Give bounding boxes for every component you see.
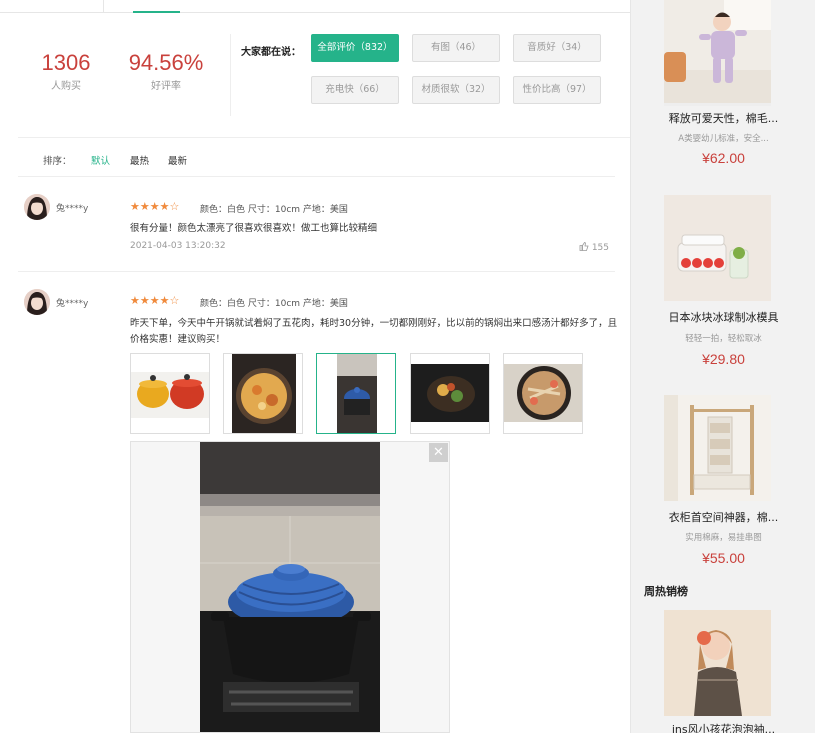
review-image-thumb[interactable]	[130, 353, 210, 434]
tag-good-sound[interactable]: 音质好（34）	[513, 34, 601, 62]
sidebar: 释放可爱天性，棉毛... A类婴幼儿标准，安全... ¥62.00 日本冰块冰球…	[630, 0, 815, 733]
product-price: ¥62.00	[702, 150, 745, 166]
close-icon: ✕	[433, 445, 444, 460]
like-button[interactable]: 155	[579, 241, 609, 253]
hot-list-title: 周热销榜	[644, 585, 688, 598]
rating-rate: 94.56%	[128, 50, 204, 75]
product-subtitle: 轻轻一拍，轻松取冰	[685, 334, 762, 344]
review-attributes: 颜色：白色 尺寸：10cm 产地：美国	[200, 299, 348, 309]
rating-stars: ★★★★☆	[130, 294, 180, 307]
image-preview: ✕	[130, 441, 450, 733]
product-image[interactable]	[664, 0, 771, 106]
rating-stars: ★★★★☆	[130, 200, 180, 213]
sort-bar: 排序： 默认 最热 最新	[18, 139, 615, 177]
product-price: ¥55.00	[702, 550, 745, 566]
rating-stat: 94.56% 好评率	[121, 50, 211, 92]
product-title[interactable]: 衣柜首空间神器，棉...	[641, 509, 806, 525]
review-image-thumb[interactable]	[410, 353, 490, 434]
top-tab-bar	[0, 0, 630, 13]
tag-with-images[interactable]: 有图（46）	[412, 34, 500, 62]
avatar[interactable]	[24, 194, 50, 220]
buyers-label: 人购买	[51, 81, 81, 92]
tag-fast-charge[interactable]: 充电快（66）	[311, 76, 399, 104]
sort-default[interactable]: 默认	[91, 153, 110, 167]
review-image-thumb[interactable]	[223, 353, 303, 434]
active-tab-indicator	[133, 11, 180, 13]
product-image[interactable]	[664, 195, 771, 301]
review-image-thumb[interactable]	[503, 353, 583, 434]
sort-newest[interactable]: 最新	[168, 153, 187, 167]
review-content: 很有分量！颜色太漂亮了很喜欢很喜欢！做工也算比较精细	[130, 223, 378, 234]
review-summary: 1306 人购买 94.56% 好评率 大家都在说： 全部评价（832） 有图（…	[18, 14, 630, 138]
review-item: 兔****y ★★★★☆ 颜色：白色 尺寸：10cm 产地：美国 很有分量！颜色…	[18, 178, 615, 272]
product-title[interactable]: 释放可爱天性，棉毛...	[641, 110, 806, 126]
avatar[interactable]	[24, 289, 50, 315]
username: 兔****y	[56, 204, 89, 214]
tab-divider	[103, 0, 104, 13]
review-panel: 1306 人购买 94.56% 好评率 大家都在说： 全部评价（832） 有图（…	[0, 0, 630, 733]
product-subtitle: 实用棉麻，易挂串图	[685, 533, 762, 543]
product-price: ¥29.80	[702, 351, 745, 367]
close-preview-button[interactable]: ✕	[429, 443, 448, 462]
product-title[interactable]: ins风小孩花泡泡袖...	[641, 721, 806, 733]
thumbs-up-icon	[579, 241, 592, 253]
product-image[interactable]	[664, 610, 771, 716]
review-content: 昨天下单，今天中午开锅就试着焖了五花肉，耗时30分钟，一切都刚刚好，比以前的锅焖…	[130, 318, 618, 345]
review-date: 2021-04-03 13:20:32	[130, 241, 226, 251]
product-subtitle: A类婴幼儿标准，安全...	[678, 134, 769, 144]
review-attributes: 颜色：白色 尺寸：10cm 产地：美国	[200, 205, 348, 215]
preview-photo	[131, 442, 449, 732]
username: 兔****y	[56, 299, 89, 309]
sort-label: 排序：	[43, 156, 72, 167]
buyers-count: 1306	[41, 50, 91, 75]
tag-soft-material[interactable]: 材质很软（32）	[412, 76, 500, 104]
like-count: 155	[591, 243, 609, 253]
sort-hot[interactable]: 最热	[130, 153, 149, 167]
tags-label: 大家都在说：	[241, 47, 301, 58]
buyers-stat: 1306 人购买	[21, 50, 111, 92]
tag-all-reviews[interactable]: 全部评价（832）	[311, 34, 399, 62]
rating-label: 好评率	[151, 81, 181, 92]
review-image-thumb-active[interactable]	[316, 353, 396, 434]
product-image[interactable]	[664, 395, 771, 501]
product-title[interactable]: 日本冰块冰球制冰模具	[641, 309, 806, 325]
tag-value[interactable]: 性价比高（97）	[513, 76, 601, 104]
summary-divider	[230, 34, 231, 116]
